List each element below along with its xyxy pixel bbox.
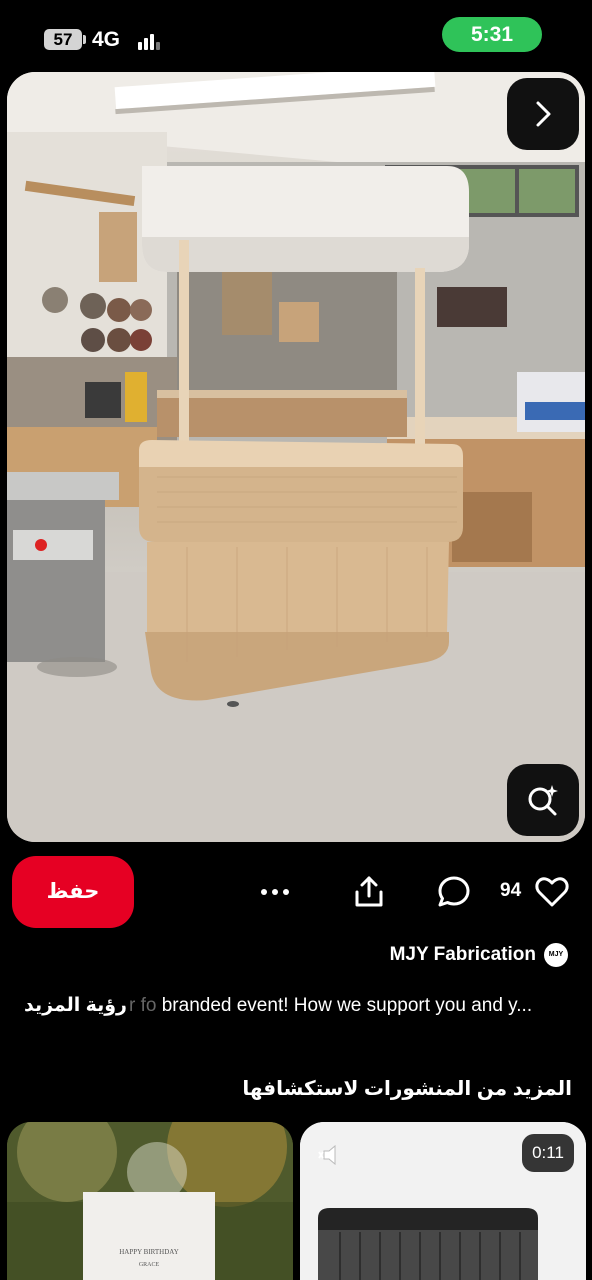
see-more-link[interactable]: رؤية المزيد: [24, 995, 127, 1016]
banner-line-2: GRACE: [139, 1262, 160, 1268]
like-button[interactable]: [534, 874, 570, 910]
related-pin-photo: HAPPY BIRTHDAY GRACE: [7, 1122, 293, 1280]
description-faded-text: r fo: [129, 995, 157, 1016]
next-pin-button[interactable]: [507, 78, 579, 150]
share-button[interactable]: [351, 874, 387, 910]
visual-search-icon: [528, 785, 558, 816]
comment-icon: [438, 876, 470, 907]
visual-search-button[interactable]: [507, 764, 579, 836]
status-bar: 57 4G 5:31: [0, 0, 592, 70]
clock[interactable]: 5:31: [442, 17, 542, 52]
description-text: branded event! How we support you and y.…: [161, 995, 533, 1016]
muted-speaker-icon[interactable]: [318, 1142, 344, 1168]
action-row: حفظ 94: [0, 854, 592, 930]
more-to-explore-title: المزيد من المنشورات لاستكشافها: [242, 1078, 572, 1100]
avatar[interactable]: MJY: [544, 943, 568, 967]
related-video-thumbnail[interactable]: 0:11: [300, 1122, 586, 1280]
banner-line-1: HAPPY BIRTHDAY: [119, 1248, 179, 1256]
likes-count: 94: [500, 880, 522, 901]
pin-photo: [7, 72, 585, 842]
comment-button[interactable]: [436, 874, 472, 910]
pin-description: رؤية المزيد r fo branded event! How we su…: [24, 994, 572, 1020]
pin-image[interactable]: [7, 72, 585, 842]
signal-icon: [138, 32, 162, 50]
share-icon: [355, 876, 383, 907]
related-pin-thumbnail[interactable]: HAPPY BIRTHDAY GRACE: [7, 1122, 293, 1280]
creator-row[interactable]: MJY Fabrication MJY: [390, 942, 568, 968]
chevron-right-icon: [536, 101, 551, 127]
more-options-button[interactable]: [257, 874, 293, 910]
battery-indicator: 57: [44, 29, 86, 50]
ellipsis-icon: [261, 889, 289, 895]
network-type: 4G: [92, 28, 121, 51]
video-duration-badge: 0:11: [522, 1134, 574, 1172]
save-button[interactable]: حفظ: [12, 856, 134, 928]
creator-name[interactable]: MJY Fabrication: [390, 944, 536, 966]
heart-icon: [535, 877, 569, 907]
